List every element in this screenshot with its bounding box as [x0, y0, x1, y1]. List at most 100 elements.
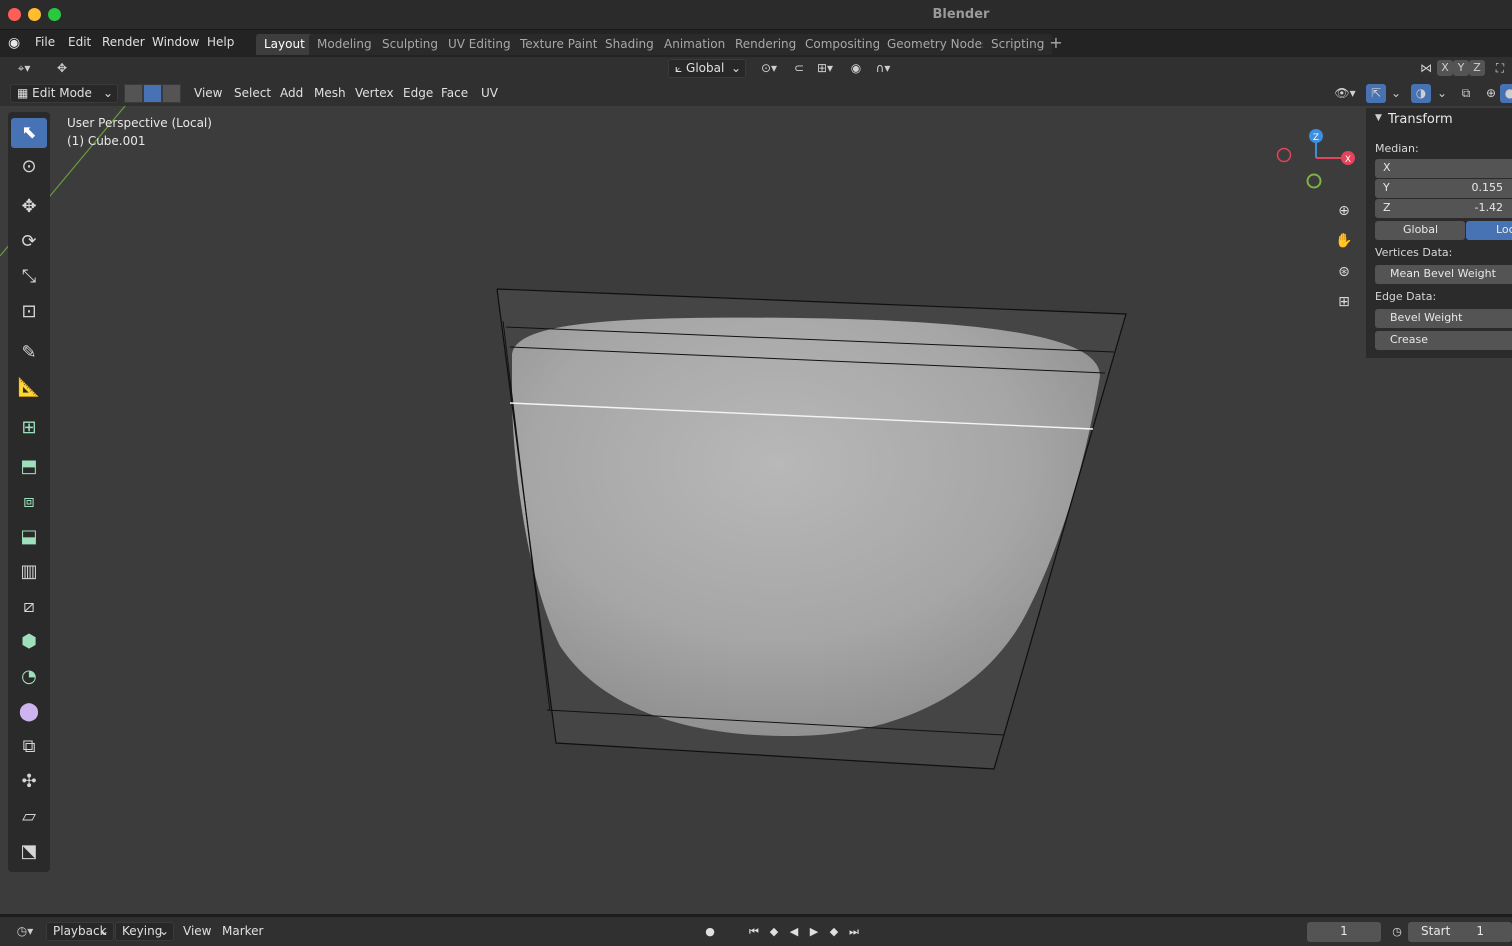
visibility-eye-icon[interactable]: 👁▾	[1330, 84, 1360, 103]
median-x-field[interactable]: X	[1375, 159, 1512, 178]
menu-edit[interactable]: Edit	[68, 35, 91, 49]
inset-tool-icon[interactable]: ⧈	[11, 487, 47, 517]
wireframe-shading-icon[interactable]: ⊕	[1481, 84, 1501, 103]
menu-mesh[interactable]: Mesh	[314, 86, 346, 100]
preview-range-icon[interactable]: ◷	[1388, 923, 1406, 941]
next-keyframe-icon[interactable]: ◆	[825, 923, 843, 941]
rotate-tool-icon[interactable]: ⟳	[11, 227, 47, 257]
mirror-x-toggle[interactable]: X	[1437, 60, 1453, 76]
edge-select-icon[interactable]	[143, 84, 162, 103]
scale-tool-icon[interactable]: ⤡	[11, 262, 47, 292]
menu-add[interactable]: Add	[280, 86, 303, 100]
menu-file[interactable]: File	[35, 35, 55, 49]
median-z-field[interactable]: Z -1.42	[1375, 199, 1512, 218]
mirror-y-toggle[interactable]: Y	[1453, 60, 1469, 76]
snap-target-icon[interactable]: ⊞▾	[810, 59, 840, 78]
loop-cut-tool-icon[interactable]: ▥	[11, 557, 47, 587]
vertex-select-icon[interactable]	[124, 84, 143, 103]
shrink-fatten-tool-icon[interactable]: ✣	[11, 767, 47, 797]
proportional-edit-icon[interactable]: ◉	[846, 59, 866, 78]
blender-logo-icon[interactable]: ◉	[8, 35, 26, 51]
select-box-tool-icon[interactable]: ⬉	[11, 118, 47, 148]
tweak-tool-icon[interactable]: ✥	[52, 59, 72, 78]
global-space-button[interactable]: Global	[1375, 221, 1465, 240]
tab-rendering[interactable]: Rendering	[727, 34, 805, 55]
mean-bevel-weight-field[interactable]: Mean Bevel Weight	[1375, 265, 1512, 284]
play-reverse-icon[interactable]: ◀	[785, 923, 803, 941]
face-select-icon[interactable]	[162, 84, 181, 103]
transform-orientation-dropdown[interactable]: ⟀ Global ⌄	[668, 59, 746, 78]
menu-select[interactable]: Select	[234, 86, 271, 100]
tab-compositing[interactable]: Compositing	[797, 34, 889, 55]
smooth-tool-icon[interactable]: ⬤	[11, 697, 47, 727]
camera-view-icon[interactable]: ⊛	[1333, 261, 1355, 283]
current-frame-field[interactable]: 1	[1307, 922, 1381, 942]
tab-sculpting[interactable]: Sculpting	[374, 34, 447, 55]
spin-tool-icon[interactable]: ◔	[11, 662, 47, 692]
tab-geometry-nodes[interactable]: Geometry Nodes	[879, 34, 997, 55]
pan-hand-icon[interactable]: ✋	[1333, 230, 1355, 252]
3d-viewport[interactable]: User Perspective (Local) (1) Cube.001 Z …	[0, 106, 1512, 914]
bevel-tool-icon[interactable]: ⬓	[11, 522, 47, 552]
overlays-icon[interactable]: ◑	[1411, 84, 1431, 103]
snap-toggle-icon[interactable]: ⊂	[789, 59, 809, 78]
timeline-menu-view[interactable]: View	[183, 924, 211, 938]
menu-face[interactable]: Face	[441, 86, 468, 100]
editor-type-icon[interactable]: ⌖▾	[9, 59, 39, 78]
topology-mirror-icon[interactable]: ⛶	[1490, 59, 1510, 78]
keying-dropdown[interactable]: Keying ⌄	[115, 922, 174, 941]
tab-shading[interactable]: Shading	[597, 34, 662, 55]
median-y-field[interactable]: Y 0.155	[1375, 179, 1512, 198]
menu-window[interactable]: Window	[152, 35, 199, 49]
tab-texture-paint[interactable]: Texture Paint	[512, 34, 606, 55]
tab-scripting[interactable]: Scripting	[983, 34, 1053, 55]
tab-modeling[interactable]: Modeling	[309, 34, 380, 55]
edge-slide-tool-icon[interactable]: ⧉	[11, 732, 47, 762]
menu-render[interactable]: Render	[102, 35, 145, 49]
rip-region-tool-icon[interactable]: ⬔	[11, 837, 47, 867]
cursor-tool-icon[interactable]: ⊙	[11, 152, 47, 182]
timeline-menu-marker[interactable]: Marker	[222, 924, 263, 938]
jump-end-icon[interactable]: ⏭	[845, 923, 863, 941]
gizmo-neg-x-axis[interactable]	[1276, 147, 1292, 163]
gizmo-dropdown-icon[interactable]: ⌄	[1386, 84, 1406, 103]
navigation-gizmo[interactable]: Z X	[1272, 124, 1362, 204]
pivot-point-icon[interactable]: ⊙▾	[754, 59, 784, 78]
overlays-dropdown-icon[interactable]: ⌄	[1432, 84, 1452, 103]
poly-build-tool-icon[interactable]: ⬢	[11, 627, 47, 657]
mirror-z-toggle[interactable]: Z	[1469, 60, 1485, 76]
move-tool-icon[interactable]: ✥	[11, 192, 47, 222]
menu-uv[interactable]: UV	[481, 86, 498, 100]
prev-keyframe-icon[interactable]: ◆	[765, 923, 783, 941]
extrude-tool-icon[interactable]: ⬒	[11, 452, 47, 482]
mirror-icon[interactable]: ⋈	[1416, 59, 1436, 78]
menu-view[interactable]: View	[194, 86, 222, 100]
zoom-icon[interactable]: ⊕	[1333, 200, 1355, 222]
perspective-grid-icon[interactable]: ⊞	[1333, 291, 1355, 313]
timeline-editor-icon[interactable]: ◷▾	[10, 922, 40, 941]
menu-vertex[interactable]: Vertex	[355, 86, 394, 100]
annotate-tool-icon[interactable]: ✎	[11, 338, 47, 368]
local-space-button[interactable]: Loc	[1466, 221, 1512, 240]
transform-tool-icon[interactable]: ⊡	[11, 297, 47, 327]
xray-toggle-icon[interactable]: ⧉	[1456, 84, 1476, 103]
start-frame-field[interactable]: Start 1	[1408, 922, 1512, 942]
tab-uv-editing[interactable]: UV Editing	[440, 34, 519, 55]
shear-tool-icon[interactable]: ⏥	[11, 802, 47, 832]
gizmo-y-axis[interactable]	[1306, 173, 1322, 189]
falloff-icon[interactable]: ∩▾	[868, 59, 898, 78]
menu-edge[interactable]: Edge	[403, 86, 433, 100]
collapse-arrow-icon[interactable]: ▼	[1375, 113, 1382, 123]
tab-animation[interactable]: Animation	[656, 34, 734, 55]
bevel-weight-field[interactable]: Bevel Weight	[1375, 309, 1512, 328]
playback-dropdown[interactable]: Playback ⌄	[46, 922, 114, 941]
auto-keying-icon[interactable]: ●	[701, 923, 719, 941]
add-workspace-button[interactable]: +	[1046, 34, 1066, 54]
mode-dropdown[interactable]: ▦ Edit Mode ⌄	[10, 84, 118, 103]
show-gizmo-icon[interactable]: ⇱	[1366, 84, 1386, 103]
jump-start-icon[interactable]: ⏮	[745, 923, 763, 941]
add-cube-tool-icon[interactable]: ⊞	[11, 413, 47, 443]
solid-shading-icon[interactable]: ●	[1500, 84, 1512, 103]
tab-layout[interactable]: Layout	[256, 34, 313, 55]
menu-help[interactable]: Help	[207, 35, 234, 49]
